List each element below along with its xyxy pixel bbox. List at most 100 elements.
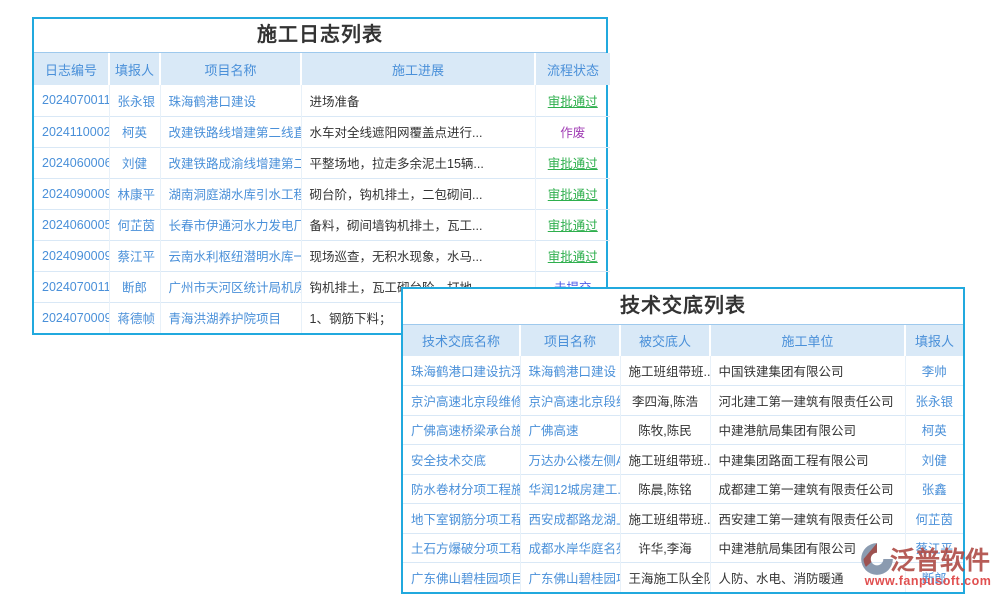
log-col-id: 日志编号 (34, 53, 109, 85)
log-status-link[interactable]: 作废 (535, 116, 610, 147)
log-id-link[interactable]: 2024070009 (34, 302, 109, 333)
disc-col-project: 项目名称 (520, 325, 620, 356)
disc-name-link[interactable]: 防水卷材分项工程施... (403, 474, 520, 504)
disc-receiver-cell: 李四海,陈浩 (620, 386, 710, 416)
disc-name-link[interactable]: 安全技术交底 (403, 445, 520, 475)
disc-name-link[interactable]: 土石方爆破分项工程... (403, 533, 520, 563)
disc-reporter-link[interactable]: 张永银 (905, 386, 963, 416)
log-reporter-link[interactable]: 蒋德帧 (109, 302, 160, 333)
log-project-link[interactable]: 广州市天河区统计局机房... (160, 271, 301, 302)
log-progress-cell: 平整场地，拉走多余泥土15辆... (301, 147, 535, 178)
log-reporter-link[interactable]: 刘健 (109, 147, 160, 178)
log-col-status: 流程状态 (535, 53, 610, 85)
log-col-project: 项目名称 (160, 53, 301, 85)
log-col-reporter: 填报人 (109, 53, 160, 85)
log-row[interactable]: 2024060006 刘健 改建铁路成渝线增建第二... 平整场地，拉走多余泥土… (34, 147, 610, 178)
disc-project-link[interactable]: 华润12城房建工... (520, 474, 620, 504)
log-project-link[interactable]: 改建铁路成渝线增建第二... (160, 147, 301, 178)
disclosure-row[interactable]: 防水卷材分项工程施... 华润12城房建工... 陈晨,陈铭 成都建工第一建筑有… (403, 474, 963, 504)
log-id-link[interactable]: 2024090009 (34, 178, 109, 209)
fanpu-watermark: 泛普软件 www.fanpusoft.com (858, 540, 998, 588)
log-project-link[interactable]: 长春市伊通河水力发电厂... (160, 209, 301, 240)
disc-name-link[interactable]: 广佛高速桥梁承台施... (403, 415, 520, 445)
disc-name-link[interactable]: 珠海鹤港口建设抗浮... (403, 356, 520, 386)
log-reporter-link[interactable]: 柯英 (109, 116, 160, 147)
log-id-link[interactable]: 2024060005 (34, 209, 109, 240)
disc-reporter-link[interactable]: 张鑫 (905, 474, 963, 504)
log-status-link[interactable]: 审批通过 (535, 147, 610, 178)
log-reporter-link[interactable]: 蔡江平 (109, 240, 160, 271)
disc-unit-cell: 河北建工第一建筑有限责任公司 (710, 386, 905, 416)
disc-project-link[interactable]: 成都水岸华庭名苑... (520, 533, 620, 563)
fanpu-brand-text: 泛普软件 (890, 541, 990, 577)
disc-receiver-cell: 施工班组带班... (620, 356, 710, 386)
log-progress-cell: 水车对全线遮阳网覆盖点进行... (301, 116, 535, 147)
disc-project-link[interactable]: 广佛高速 (520, 415, 620, 445)
disc-project-link[interactable]: 西安成都路龙湖上... (520, 504, 620, 534)
log-id-link[interactable]: 2024070011 (34, 85, 109, 116)
disc-receiver-cell: 陈牧,陈民 (620, 415, 710, 445)
disc-unit-cell: 中建港航局集团有限公司 (710, 415, 905, 445)
log-id-link[interactable]: 2024070011 (34, 271, 109, 302)
disc-reporter-link[interactable]: 柯英 (905, 415, 963, 445)
disc-project-link[interactable]: 广东佛山碧桂园项目 (520, 563, 620, 593)
disc-reporter-link[interactable]: 何芷茵 (905, 504, 963, 534)
log-id-link[interactable]: 2024060006 (34, 147, 109, 178)
log-status-link[interactable]: 审批通过 (535, 85, 610, 116)
log-status-link[interactable]: 审批通过 (535, 240, 610, 271)
disc-receiver-cell: 施工班组带班... (620, 504, 710, 534)
disc-col-unit: 施工单位 (710, 325, 905, 356)
disc-receiver-cell: 陈晨,陈铭 (620, 474, 710, 504)
disc-col-name: 技术交底名称 (403, 325, 520, 356)
disc-name-link[interactable]: 京沪高速北京段维修... (403, 386, 520, 416)
log-progress-cell: 砌台阶，钩机排土，二包砌间... (301, 178, 535, 209)
disclosure-header-row: 技术交底名称 项目名称 被交底人 施工单位 填报人 (403, 325, 963, 356)
disc-receiver-cell: 施工班组带班... (620, 445, 710, 475)
disc-reporter-link[interactable]: 刘健 (905, 445, 963, 475)
disc-unit-cell: 成都建工第一建筑有限责任公司 (710, 474, 905, 504)
log-reporter-link[interactable]: 张永银 (109, 85, 160, 116)
disc-col-reporter: 填报人 (905, 325, 963, 356)
disc-project-link[interactable]: 珠海鹤港口建设 (520, 356, 620, 386)
disc-unit-cell: 中国铁建集团有限公司 (710, 356, 905, 386)
log-project-link[interactable]: 湖南洞庭湖水库引水工程... (160, 178, 301, 209)
log-row[interactable]: 2024090009 林康平 湖南洞庭湖水库引水工程... 砌台阶，钩机排土，二… (34, 178, 610, 209)
disc-unit-cell: 中建集团路面工程有限公司 (710, 445, 905, 475)
disc-unit-cell: 西安建工第一建筑有限责任公司 (710, 504, 905, 534)
log-project-link[interactable]: 改建铁路线增建第二线直... (160, 116, 301, 147)
log-project-link[interactable]: 珠海鹤港口建设 (160, 85, 301, 116)
log-table-title: 施工日志列表 (34, 19, 606, 53)
disclosure-row[interactable]: 广佛高速桥梁承台施... 广佛高速 陈牧,陈民 中建港航局集团有限公司 柯英 (403, 415, 963, 445)
log-progress-cell: 现场巡查，无积水现象，水马... (301, 240, 535, 271)
disc-reporter-link[interactable]: 李帅 (905, 356, 963, 386)
log-row[interactable]: 2024060005 何芷茵 长春市伊通河水力发电厂... 备料，砌间墙钩机排土… (34, 209, 610, 240)
log-reporter-link[interactable]: 林康平 (109, 178, 160, 209)
log-row[interactable]: 2024090009 蔡江平 云南水利枢纽潜明水库一... 现场巡查，无积水现象… (34, 240, 610, 271)
disclosure-row[interactable]: 京沪高速北京段维修... 京沪高速北京段维修 李四海,陈浩 河北建工第一建筑有限… (403, 386, 963, 416)
log-project-link[interactable]: 青海洪湖养护院项目 (160, 302, 301, 333)
disc-receiver-cell: 王海施工队全队 (620, 563, 710, 593)
disc-name-link[interactable]: 广东佛山碧桂园项目... (403, 563, 520, 593)
log-reporter-link[interactable]: 何芷茵 (109, 209, 160, 240)
disclosure-row[interactable]: 地下室钢筋分项工程... 西安成都路龙湖上... 施工班组带班... 西安建工第… (403, 504, 963, 534)
log-id-link[interactable]: 2024090009 (34, 240, 109, 271)
log-row[interactable]: 2024110002 柯英 改建铁路线增建第二线直... 水车对全线遮阳网覆盖点… (34, 116, 610, 147)
disclosure-row[interactable]: 珠海鹤港口建设抗浮... 珠海鹤港口建设 施工班组带班... 中国铁建集团有限公… (403, 356, 963, 386)
disc-project-link[interactable]: 京沪高速北京段维修 (520, 386, 620, 416)
fanpu-url-text: www.fanpusoft.com (858, 574, 998, 588)
log-status-link[interactable]: 审批通过 (535, 209, 610, 240)
log-id-link[interactable]: 2024110002 (34, 116, 109, 147)
disc-receiver-cell: 许华,李海 (620, 533, 710, 563)
log-row[interactable]: 2024070011 张永银 珠海鹤港口建设 进场准备 审批通过 (34, 85, 610, 116)
disc-col-receiver: 被交底人 (620, 325, 710, 356)
log-progress-cell: 进场准备 (301, 85, 535, 116)
log-reporter-link[interactable]: 断郎 (109, 271, 160, 302)
log-project-link[interactable]: 云南水利枢纽潜明水库一... (160, 240, 301, 271)
disclosure-table-title: 技术交底列表 (403, 289, 963, 325)
log-col-progress: 施工进展 (301, 53, 535, 85)
log-progress-cell: 备料，砌间墙钩机排土，瓦工... (301, 209, 535, 240)
disclosure-row[interactable]: 安全技术交底 万达办公楼左侧A... 施工班组带班... 中建集团路面工程有限公… (403, 445, 963, 475)
disc-name-link[interactable]: 地下室钢筋分项工程... (403, 504, 520, 534)
log-status-link[interactable]: 审批通过 (535, 178, 610, 209)
disc-project-link[interactable]: 万达办公楼左侧A... (520, 445, 620, 475)
